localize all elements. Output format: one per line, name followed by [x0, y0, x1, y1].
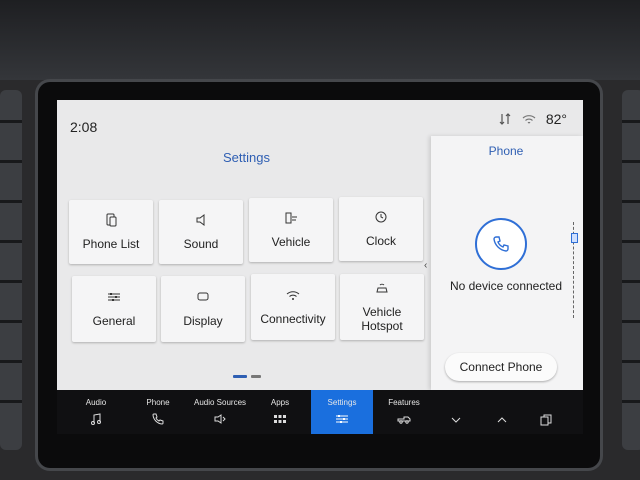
- chevron-down-icon: [451, 417, 461, 423]
- tile-label: Connectivity: [260, 312, 326, 326]
- phone-call-button[interactable]: [475, 218, 527, 270]
- tile-vehicle[interactable]: Vehicle: [249, 198, 333, 262]
- nav-apps[interactable]: Apps: [249, 390, 311, 434]
- sliders-icon: [108, 293, 120, 301]
- tile-vehicle-hotspot[interactable]: Vehicle Hotspot: [340, 274, 424, 340]
- tile-label: Clock: [365, 234, 396, 248]
- phone-handset-icon: [493, 236, 509, 252]
- status-bar-right: 82°: [498, 111, 567, 127]
- truck-icon: [397, 416, 411, 424]
- left-air-vent: [0, 90, 22, 450]
- bottom-nav-bar: Audio Phone Audio Sources Apps Settings …: [57, 390, 583, 434]
- nav-audio[interactable]: Audio: [65, 390, 127, 434]
- nav-label: Features: [388, 398, 420, 407]
- tile-display[interactable]: Display: [161, 276, 245, 342]
- page-indicator: [233, 375, 261, 378]
- data-transfer-icon: [498, 112, 512, 126]
- tile-label: General: [92, 314, 136, 328]
- status-time: 2:08: [70, 119, 98, 135]
- nav-label: Settings: [327, 398, 357, 407]
- music-note-icon: [91, 413, 101, 425]
- clock-icon: [375, 211, 387, 223]
- infotainment-screen: 2:08 82° Settings Phone List Sound Vehic…: [57, 100, 583, 390]
- chevron-up-icon: [497, 417, 507, 423]
- tile-clock[interactable]: Clock: [339, 197, 423, 261]
- apps-grid-icon: [274, 415, 286, 423]
- panel-collapse-icon[interactable]: ‹: [424, 260, 427, 271]
- nav-phone[interactable]: Phone: [127, 390, 189, 434]
- tile-general[interactable]: General: [72, 276, 156, 342]
- page-dot: [251, 375, 261, 378]
- audio-sources-icon: [214, 414, 226, 424]
- connection-status: No device connected: [449, 279, 563, 293]
- panel-scroll-thumb[interactable]: [571, 233, 578, 243]
- tile-label: Phone List: [82, 237, 140, 251]
- vehicle-icon: [285, 212, 297, 224]
- hotspot-icon: [376, 283, 388, 293]
- nav-multitask[interactable]: [515, 390, 577, 434]
- nav-label: Apps: [270, 398, 290, 407]
- copy-icon: [540, 414, 552, 426]
- wifi-icon: [286, 291, 300, 300]
- right-air-vent: [622, 90, 640, 450]
- tile-label: Sound: [183, 237, 219, 251]
- nav-audio-sources[interactable]: Audio Sources: [189, 390, 251, 434]
- nav-label: Phone: [146, 398, 170, 407]
- nav-settings[interactable]: Settings: [311, 390, 373, 434]
- nav-label: Audio: [85, 398, 107, 407]
- connect-phone-button[interactable]: Connect Phone: [445, 353, 557, 381]
- display-icon: [197, 292, 209, 301]
- tile-sound[interactable]: Sound: [159, 200, 243, 264]
- dashboard-top: [0, 0, 640, 80]
- settings-title: Settings: [223, 150, 270, 165]
- phone-list-icon: [106, 213, 117, 227]
- tile-label: Vehicle Hotspot: [361, 305, 403, 333]
- outside-temperature: 82°: [545, 111, 567, 127]
- tile-label: Vehicle: [271, 235, 311, 249]
- page-dot-active: [233, 375, 247, 378]
- tile-connectivity[interactable]: Connectivity: [251, 274, 335, 340]
- speaker-icon: [196, 214, 205, 226]
- tile-phone-list[interactable]: Phone List: [69, 200, 153, 264]
- nav-label: Audio Sources: [193, 398, 247, 407]
- phone-icon: [152, 413, 164, 425]
- wifi-signal-icon: [522, 112, 536, 126]
- phone-panel: ‹ Phone No device connected Connect Phon…: [424, 136, 583, 390]
- tile-label: Display: [183, 314, 223, 328]
- phone-panel-title: Phone: [488, 144, 524, 158]
- settings-sliders-icon: [336, 415, 348, 423]
